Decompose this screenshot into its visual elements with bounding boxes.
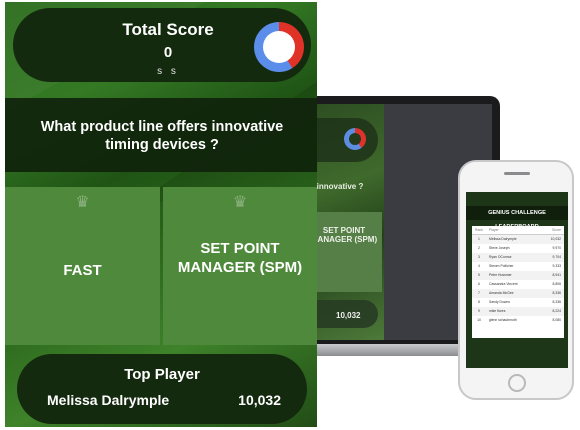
row-score: 8,941 [552,273,562,277]
row-player: Cassandra Vincent [489,282,518,286]
leaderboard-title: GENIUS CHALLENGE LEADERBOARD [466,206,568,230]
row-player: Steven Pollicher [489,264,514,268]
row-rank: 3 [478,255,480,259]
answer-button-fast[interactable]: ♛ FAST [5,187,160,345]
crest-icon: ♛ [75,194,90,211]
question-text: What product line offers innovative timi… [40,119,284,153]
score-units: s s [157,66,179,77]
answer-label: FAST [63,262,102,279]
table-row: 2 Steve Joseph 9,970 [472,244,564,253]
table-row: 4 Steven Pollicher 9,333 [472,262,564,271]
row-score: 9,704 [552,255,562,259]
column-score: Score [552,228,561,232]
score-label: Total Score [122,20,214,39]
laptop-answer-tile [308,212,382,292]
crest-icon: ♛ [232,194,248,211]
laptop-question-text: s innovative ? [310,182,364,191]
row-rank: 2 [478,246,480,250]
row-player: Sandy Downs [489,300,510,304]
row-score: 8,336 [552,300,562,304]
row-player: Ryan OConnor [489,255,512,259]
row-rank: 9 [478,309,480,313]
table-row: 1 Melissa Dalrymple 10,032 [472,235,564,244]
quiz-app: Total Score 0 s s What product line offe… [5,2,317,427]
row-player: glenn schaubmuth [489,318,517,322]
top-player-label: Top Player [124,366,200,383]
score-panel: Total Score 0 s s [13,8,311,82]
row-rank: 7 [478,291,480,295]
leaderboard-header-row: Rank Player Score [472,226,564,235]
table-row: 8 Sandy Downs 8,336 [472,298,564,307]
laptop-app-preview: s innovative ? SET POINT MANAGER (SPM) 1… [308,104,384,340]
row-player: Amanda McGee [489,291,514,295]
row-score: 8,806 [552,282,562,286]
row-rank: 4 [478,264,480,268]
row-player: mike flores [489,309,506,313]
column-rank: Rank [475,228,483,232]
row-rank: 8 [478,300,480,304]
leaderboard-rows: 1 Melissa Dalrymple 10,032 2 Steve Joseph 9,… [472,235,564,325]
table-row: 5 Peter Hussmer 8,941 [472,271,564,280]
row-player: Melissa Dalrymple [489,237,517,241]
laptop-top-score: 10,032 [336,311,361,320]
laptop-timer-donut [344,128,366,150]
table-row: 10 glenn schaubmuth 8,080 [472,316,564,325]
row-rank: 5 [478,273,480,277]
row-player: Steve Joseph [489,246,510,250]
row-score: 8,080 [552,318,562,322]
phone-speaker [504,172,530,175]
phone-home-button [508,374,526,392]
row-player: Peter Hussmer [489,273,512,277]
top-player-score: 10,032 [238,392,281,408]
leaderboard-table: Rank Player Score 1 Melissa Dalrymple 10,0… [472,226,564,338]
top-player-name: Melissa Dalrymple [47,392,170,408]
row-score: 8,224 [552,309,562,313]
row-rank: 1 [478,237,480,241]
score-value: 0 [163,44,173,61]
row-rank: 6 [478,282,480,286]
top-player-panel: Top Player Melissa Dalrymple 10,032 [17,354,307,424]
row-rank: 10 [477,318,481,322]
table-row: 3 Ryan OConnor 9,704 [472,253,564,262]
row-score: 9,333 [552,264,562,268]
timer-donut [254,22,304,72]
laptop-score-pill [308,118,378,162]
phone-device: GENIUS CHALLENGE LEADERBOARD Rank Player… [458,160,574,400]
row-score: 9,970 [552,246,562,250]
row-score: 10,032 [550,237,561,241]
table-row: 9 mike flores 8,224 [472,307,564,316]
table-row: 7 Amanda McGee 8,336 [472,289,564,298]
laptop-answer-text: SET POINT MANAGER (SPM) [310,226,378,244]
row-score: 8,336 [552,291,562,295]
answer-button-spm[interactable]: ♛ SET POINT MANAGER (SPM) [163,187,317,345]
table-row: 6 Cassandra Vincent 8,806 [472,280,564,289]
column-player: Player [489,228,499,232]
phone-screen: GENIUS CHALLENGE LEADERBOARD Rank Player… [466,192,568,368]
answer-label: SET POINT MANAGER (SPM) [177,240,303,276]
